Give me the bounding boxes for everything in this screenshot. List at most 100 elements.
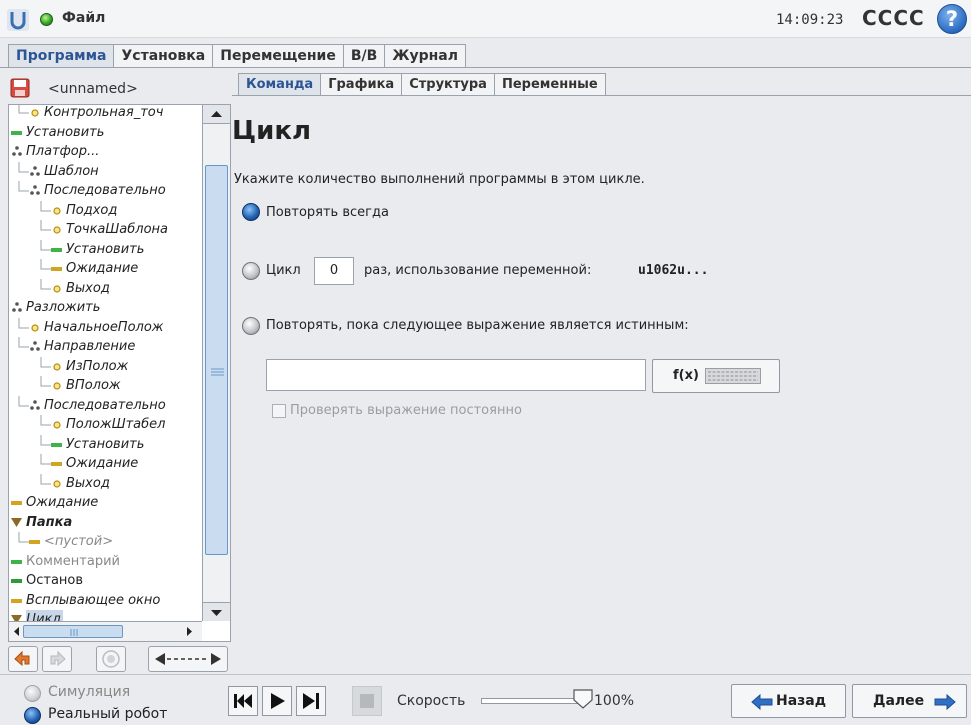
waypoint-icon (53, 206, 61, 215)
undo-button[interactable] (8, 646, 38, 672)
radio-real-robot[interactable] (24, 707, 41, 724)
suppress-icon (102, 650, 120, 668)
waypoint-icon (53, 382, 61, 390)
pallet-icon (30, 165, 40, 176)
radio-repeat-always-label[interactable]: Повторять всегда (266, 205, 389, 220)
redo-icon (50, 650, 66, 667)
tree-horizontal-scrollbar[interactable] (9, 621, 202, 641)
tree-node-label: Шаблон (44, 163, 99, 179)
tree-node[interactable]: ТочкаШаблона (9, 220, 202, 239)
radio-simulation[interactable] (24, 685, 41, 702)
set-icon (11, 130, 22, 135)
back-button[interactable]: Назад (731, 684, 846, 718)
tab-io[interactable]: В/В (342, 44, 386, 68)
radio-repeat-while[interactable] (242, 317, 260, 335)
hscroll-thumb[interactable] (23, 625, 123, 638)
tab-installation[interactable]: Установка (113, 44, 214, 68)
tree-node[interactable]: Контрольная_точ (9, 105, 202, 122)
tree-node[interactable]: Платфор... (9, 142, 202, 161)
expression-editor-button[interactable]: f(x) (652, 359, 780, 393)
tab-move[interactable]: Перемещение (212, 44, 344, 68)
loop-command-panel: Цикл Укажите количество выполнений прогр… (232, 95, 971, 674)
check-continuously-checkbox[interactable] (272, 404, 286, 418)
skip-to-start-button[interactable] (228, 686, 258, 716)
speed-slider[interactable] (481, 698, 585, 704)
arrow-left-icon (751, 694, 773, 710)
tree-node[interactable]: Установить (9, 239, 202, 259)
tree-node[interactable]: Разложить (9, 298, 202, 317)
tree-node[interactable]: <пустой> (9, 532, 202, 551)
tree-node[interactable]: Выход (9, 473, 202, 493)
loop-count-suffix: раз, использование переменной: (364, 263, 592, 278)
arrow-right-icon[interactable] (185, 625, 195, 638)
scroll-down-button[interactable] (203, 602, 230, 621)
collapse-tree-button[interactable] (148, 646, 228, 672)
expand-arrows-icon (155, 653, 221, 665)
speed-value: 100% (594, 693, 635, 709)
check-continuously-label[interactable]: Проверять выражение постоянно (290, 403, 522, 418)
program-tree: Контрольная_точ Установить Платфор... Шабло… (8, 104, 231, 642)
tree-node[interactable]: Останов (9, 571, 202, 590)
tree-node-label: Останов (26, 573, 84, 588)
undo-icon (14, 650, 30, 667)
command-tabs: Команда Графика Структура Переменные (238, 73, 606, 95)
arrow-left-icon[interactable] (11, 625, 21, 638)
tab-structure[interactable]: Структура (401, 73, 495, 95)
radio-repeat-always[interactable] (242, 203, 260, 221)
tree-node[interactable]: ВПолож (9, 376, 202, 395)
tree-vertical-scrollbar[interactable] (202, 105, 230, 621)
tab-graphics[interactable]: Графика (320, 73, 403, 95)
play-icon (271, 693, 285, 709)
tree-node[interactable]: Последовательно (9, 181, 202, 200)
tree-node[interactable]: Ожидание (9, 454, 202, 473)
tree-node[interactable]: Ожидание (9, 493, 202, 512)
tree-node[interactable]: Подход (9, 200, 202, 220)
radio-loop-count-label[interactable]: Цикл (266, 263, 301, 278)
tree-node[interactable]: ИзПолож (9, 356, 202, 376)
tab-variables[interactable]: Переменные (493, 73, 606, 95)
main-tabs: Программа Установка Перемещение В/В Журн… (8, 44, 467, 68)
pallet-icon (12, 146, 22, 156)
tree-node-label: Ожидание (66, 456, 139, 471)
stop-button[interactable] (352, 686, 382, 716)
scroll-up-button[interactable] (203, 105, 230, 124)
status-icon (40, 13, 53, 26)
wait-icon (11, 501, 22, 505)
waypoint-icon (53, 421, 61, 429)
redo-button[interactable] (42, 646, 72, 672)
tree-node[interactable]: ПоложШтабел (9, 415, 202, 434)
file-menu[interactable]: Файл (62, 10, 105, 26)
tab-command[interactable]: Команда (238, 73, 322, 95)
loop-count-input[interactable]: 0 (314, 257, 354, 285)
save-icon[interactable] (10, 78, 30, 98)
play-button[interactable] (262, 686, 292, 716)
tab-log[interactable]: Журнал (384, 44, 467, 68)
halt-icon (11, 579, 22, 583)
tree-node[interactable]: НачальноеПолож (9, 317, 202, 337)
skip-forward-icon (303, 693, 319, 709)
tree-node[interactable]: Последовательно (9, 395, 202, 415)
tree-node[interactable]: Направление (9, 337, 202, 356)
radio-repeat-while-label[interactable]: Повторять, пока следующее выражение явля… (266, 318, 689, 333)
next-button[interactable]: Далее (852, 684, 967, 718)
radio-loop-count[interactable] (242, 262, 260, 280)
pallet-icon (12, 302, 22, 312)
scroll-thumb[interactable] (205, 165, 228, 555)
suppress-button[interactable] (96, 646, 126, 672)
expression-input[interactable] (266, 359, 646, 391)
tree-node[interactable]: Установить (9, 123, 202, 142)
tree-node[interactable]: Выход (9, 278, 202, 298)
speed-slider-handle[interactable] (572, 688, 594, 710)
tree-node[interactable]: Всплывающее окно (9, 591, 202, 610)
tree-node-label: <пустой> (44, 534, 114, 549)
tree-node[interactable]: Ожидание (9, 259, 202, 278)
step-forward-button[interactable] (296, 686, 326, 716)
tab-program[interactable]: Программа (8, 44, 115, 68)
help-icon[interactable]: ? (937, 4, 967, 34)
tree-node[interactable]: Папка (9, 513, 202, 532)
tree-node[interactable]: Шаблон (9, 161, 202, 181)
tree-node[interactable]: Установить (9, 434, 202, 454)
tree-node-label: Ожидание (26, 495, 99, 510)
tree-node-label: Последовательно (44, 183, 166, 198)
tree-node[interactable]: Комментарий (9, 552, 202, 571)
